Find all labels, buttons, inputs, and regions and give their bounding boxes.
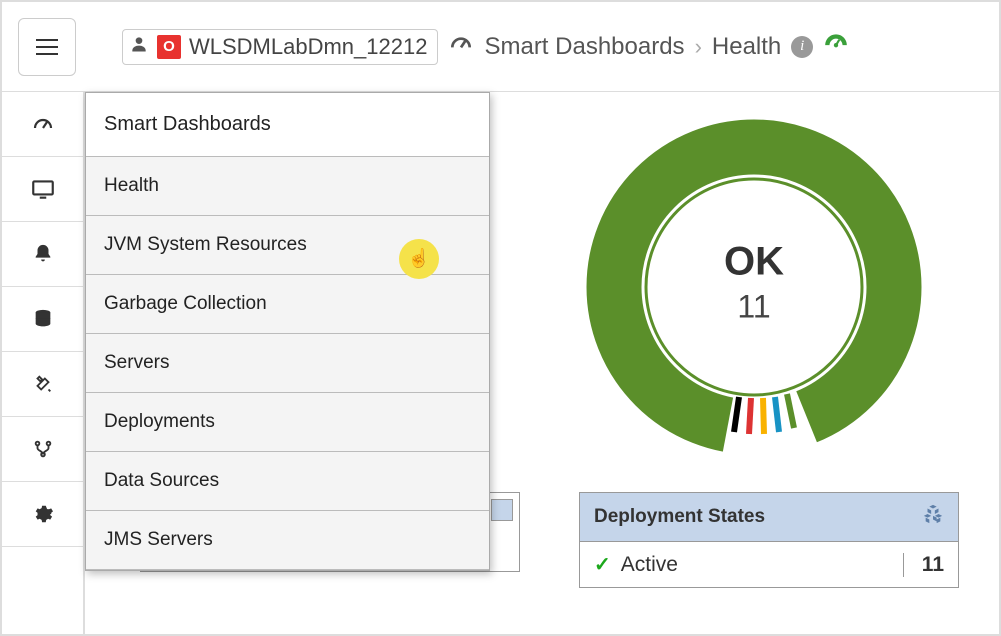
flyout-item-servers[interactable]: Servers	[86, 334, 489, 393]
sidebar	[2, 92, 85, 634]
pointer-cursor-icon: ☝	[408, 248, 430, 269]
deployment-row-active[interactable]: ✓ Active 11	[580, 542, 958, 587]
breadcrumb-page: Health	[712, 33, 781, 61]
panel-icon-partial	[491, 499, 513, 521]
info-icon[interactable]: i	[791, 36, 813, 58]
deployment-row-value: 11	[903, 553, 944, 577]
domain-name: WLSDMLabDmn_12212	[189, 34, 427, 60]
sidebar-item-tools[interactable]	[2, 352, 83, 417]
deployment-states-title: Deployment States	[594, 506, 765, 528]
health-donut-chart: OK 11	[569, 102, 939, 472]
sidebar-item-monitor[interactable]	[2, 157, 83, 222]
flyout-item-jms-servers[interactable]: JMS Servers	[86, 511, 489, 570]
deployment-states-header: Deployment States	[580, 493, 958, 542]
flyout-title: Smart Dashboards	[86, 93, 489, 157]
flyout-item-garbage-collection[interactable]: Garbage Collection	[86, 275, 489, 334]
donut-center: OK 11	[724, 240, 784, 326]
cubes-icon[interactable]	[922, 503, 944, 531]
flyout-item-health[interactable]: Health	[86, 157, 489, 216]
donut-count: 11	[724, 289, 784, 326]
gauge-icon	[448, 30, 474, 63]
donut-status-label: OK	[724, 240, 784, 285]
flyout-item-deployments[interactable]: Deployments	[86, 393, 489, 452]
dashboard-status-icon[interactable]	[823, 30, 849, 63]
hamburger-icon	[36, 46, 58, 48]
sidebar-item-dashboard[interactable]	[2, 92, 83, 157]
breadcrumb: O WLSDMLabDmn_12212 Smart Dashboards › H…	[122, 29, 849, 65]
sidebar-item-settings[interactable]	[2, 482, 83, 547]
sidebar-item-database[interactable]	[2, 287, 83, 352]
oracle-icon: O	[157, 35, 181, 59]
deployment-row-label: Active	[621, 553, 678, 577]
breadcrumb-section[interactable]: Smart Dashboards	[484, 33, 684, 61]
sidebar-item-branch[interactable]	[2, 417, 83, 482]
smart-dashboards-flyout: Smart Dashboards Health JVM System Resou…	[85, 92, 490, 571]
check-icon: ✓	[594, 552, 611, 577]
deployment-states-panel: Deployment States ✓ Active 11	[579, 492, 959, 588]
flyout-item-data-sources[interactable]: Data Sources	[86, 452, 489, 511]
menu-toggle-button[interactable]	[18, 18, 76, 76]
sidebar-item-alerts[interactable]	[2, 222, 83, 287]
chevron-right-icon: ›	[695, 34, 702, 60]
cursor-highlight: ☝	[399, 239, 439, 279]
user-icon	[129, 34, 149, 60]
domain-chip[interactable]: O WLSDMLabDmn_12212	[122, 29, 438, 65]
